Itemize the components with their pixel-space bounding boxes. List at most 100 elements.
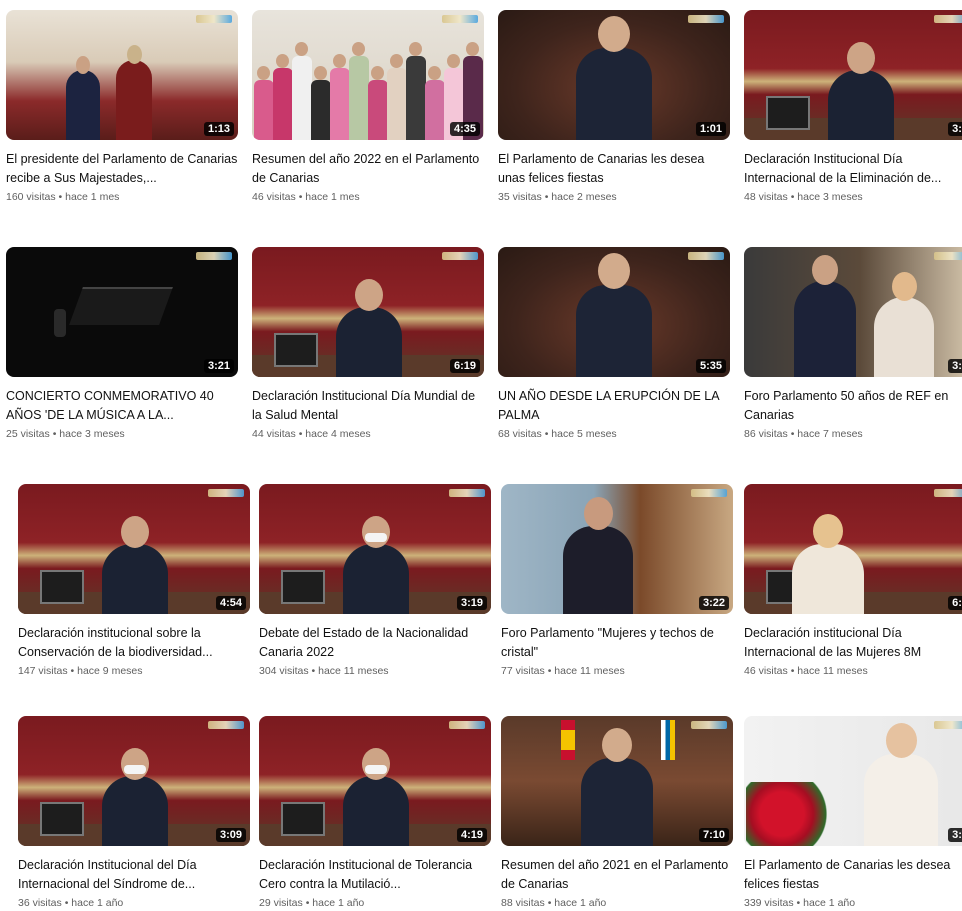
video-card[interactable]: 4:19 Declaración Institucional de Toleran…: [259, 716, 495, 909]
video-thumbnail[interactable]: 3:09: [18, 716, 250, 846]
monitor-shape: [40, 802, 84, 836]
person-head: [598, 253, 630, 289]
video-card[interactable]: 4:54 Declaración institucional sobre la C…: [18, 484, 254, 677]
upload-age: hace 11 meses: [554, 665, 625, 677]
video-thumbnail[interactable]: 1:13: [6, 10, 238, 140]
video-meta: 147 visitas • hace 9 meses: [18, 665, 254, 677]
video-title[interactable]: Declaración institucional sobre la Conse…: [18, 624, 250, 662]
video-duration: 7:10: [698, 828, 729, 842]
video-thumbnail[interactable]: 4:19: [259, 716, 491, 846]
video-title[interactable]: Declaración Institucional de Tolerancia …: [259, 856, 491, 894]
upload-age: hace 3 meses: [797, 191, 863, 203]
video-thumbnail[interactable]: 4:54: [18, 484, 250, 614]
video-title[interactable]: Debate del Estado de la Nacionalidad Can…: [259, 624, 491, 662]
person-head: [121, 516, 149, 548]
upload-age: hace 3 meses: [59, 428, 125, 440]
channel-logo-icon: [442, 15, 478, 23]
face-mask-icon: [365, 765, 387, 774]
person-head: [121, 748, 149, 780]
video-thumbnail[interactable]: 3:5: [744, 10, 962, 140]
meta-separator: •: [308, 665, 319, 677]
video-title[interactable]: El Parlamento de Canarias les desea unas…: [498, 150, 730, 188]
video-duration: 5:35: [695, 359, 726, 373]
face-mask-icon: [365, 533, 387, 542]
video-meta: 160 visitas • hace 1 mes: [6, 191, 242, 203]
video-title[interactable]: Foro Parlamento 50 años de REF en Canari…: [744, 387, 962, 425]
video-title[interactable]: Declaración Institucional del Día Intern…: [18, 856, 250, 894]
person-body: [864, 754, 938, 846]
video-card[interactable]: 5:35 UN AÑO DESDE LA ERUPCIÓN DE LA PALMA…: [498, 247, 734, 440]
view-count: 25 visitas: [6, 428, 50, 440]
video-thumbnail[interactable]: 7:10: [501, 716, 733, 846]
person-body: [343, 776, 409, 846]
channel-logo-icon: [208, 721, 244, 729]
video-title[interactable]: El presidente del Parlamento de Canarias…: [6, 150, 238, 188]
meta-separator: •: [787, 191, 798, 203]
monitor-shape: [40, 570, 84, 604]
video-title[interactable]: Declaración Institucional Día Internacio…: [744, 150, 962, 188]
video-thumbnail[interactable]: 1:01: [498, 10, 730, 140]
flag-canarias-icon: [661, 720, 675, 760]
monitor-shape: [281, 802, 325, 836]
upload-age: hace 7 meses: [797, 428, 863, 440]
meta-separator: •: [787, 665, 798, 677]
video-title[interactable]: Foro Parlamento "Mujeres y techos de cri…: [501, 624, 733, 662]
monitor-shape: [274, 333, 318, 367]
person-body: [581, 758, 653, 846]
video-thumbnail[interactable]: 3:21: [6, 247, 238, 377]
video-card[interactable]: 7:10 Resumen del año 2021 en el Parlament…: [501, 716, 737, 909]
video-title[interactable]: CONCIERTO CONMEMORATIVO 40 AÑOS 'DE LA M…: [6, 387, 238, 425]
video-thumbnail[interactable]: 3:2: [744, 247, 962, 377]
video-thumbnail[interactable]: 5:35: [498, 247, 730, 377]
video-card[interactable]: 3:09 Declaración Institucional del Día In…: [18, 716, 254, 909]
view-count: 68 visitas: [498, 428, 542, 440]
video-thumbnail[interactable]: 3:22: [501, 484, 733, 614]
video-thumbnail[interactable]: 3:5: [744, 716, 962, 846]
video-card[interactable]: 3:5 Declaración Institucional Día Interna…: [744, 10, 962, 203]
upload-age: hace 1 año: [554, 897, 607, 909]
channel-logo-icon: [449, 721, 485, 729]
video-thumbnail[interactable]: 4:35: [252, 10, 484, 140]
meta-separator: •: [793, 897, 804, 909]
video-title[interactable]: UN AÑO DESDE LA ERUPCIÓN DE LA PALMA: [498, 387, 730, 425]
video-card[interactable]: 1:13 El presidente del Parlamento de Cana…: [6, 10, 242, 203]
video-card[interactable]: 3:2 Foro Parlamento 50 años de REF en Can…: [744, 247, 962, 440]
person-head: [813, 514, 843, 548]
video-title[interactable]: Resumen del año 2022 en el Parlamento de…: [252, 150, 484, 188]
view-count: 46 visitas: [744, 665, 788, 677]
group-person-head: [466, 42, 479, 56]
upload-age: hace 2 meses: [551, 191, 617, 203]
person-body: [576, 285, 652, 377]
video-card[interactable]: 3:21 CONCIERTO CONMEMORATIVO 40 AÑOS 'DE …: [6, 247, 242, 440]
group-person-head: [352, 42, 365, 56]
video-title[interactable]: Resumen del año 2021 en el Parlamento de…: [501, 856, 733, 894]
channel-logo-icon: [688, 252, 724, 260]
meta-separator: •: [541, 428, 552, 440]
channel-logo-icon: [934, 252, 962, 260]
upload-age: hace 11 meses: [797, 665, 868, 677]
video-thumbnail[interactable]: 6:19: [252, 247, 484, 377]
upload-age: hace 1 mes: [305, 191, 360, 203]
video-duration: 1:13: [203, 122, 234, 136]
video-title[interactable]: Declaración institucional Día Internacio…: [744, 624, 962, 662]
video-thumbnail[interactable]: 6:3: [744, 484, 962, 614]
video-meta: 86 visitas • hace 7 meses: [744, 428, 962, 440]
video-card[interactable]: 3:22 Foro Parlamento "Mujeres y techos de…: [501, 484, 737, 677]
view-count: 88 visitas: [501, 897, 545, 909]
person-body: [102, 776, 168, 846]
video-title[interactable]: Declaración Institucional Día Mundial de…: [252, 387, 484, 425]
video-title[interactable]: El Parlamento de Canarias les desea feli…: [744, 856, 962, 894]
video-meta: 339 visitas • hace 1 año: [744, 897, 962, 909]
video-card[interactable]: 6:3 Declaración institucional Día Interna…: [744, 484, 962, 677]
video-card[interactable]: 6:19 Declaración Institucional Día Mundia…: [252, 247, 488, 440]
person-head: [362, 516, 390, 548]
meta-separator: •: [544, 665, 555, 677]
video-duration: 3:5: [948, 122, 962, 136]
face-mask-icon: [124, 765, 146, 774]
video-thumbnail[interactable]: 3:19: [259, 484, 491, 614]
video-card[interactable]: 3:5 El Parlamento de Canarias les desea f…: [744, 716, 962, 909]
video-card[interactable]: 4:35 Resumen del año 2022 en el Parlament…: [252, 10, 488, 203]
video-card[interactable]: 3:19 Debate del Estado de la Nacionalidad…: [259, 484, 495, 677]
person-body: [66, 70, 100, 140]
video-card[interactable]: 1:01 El Parlamento de Canarias les desea …: [498, 10, 734, 203]
